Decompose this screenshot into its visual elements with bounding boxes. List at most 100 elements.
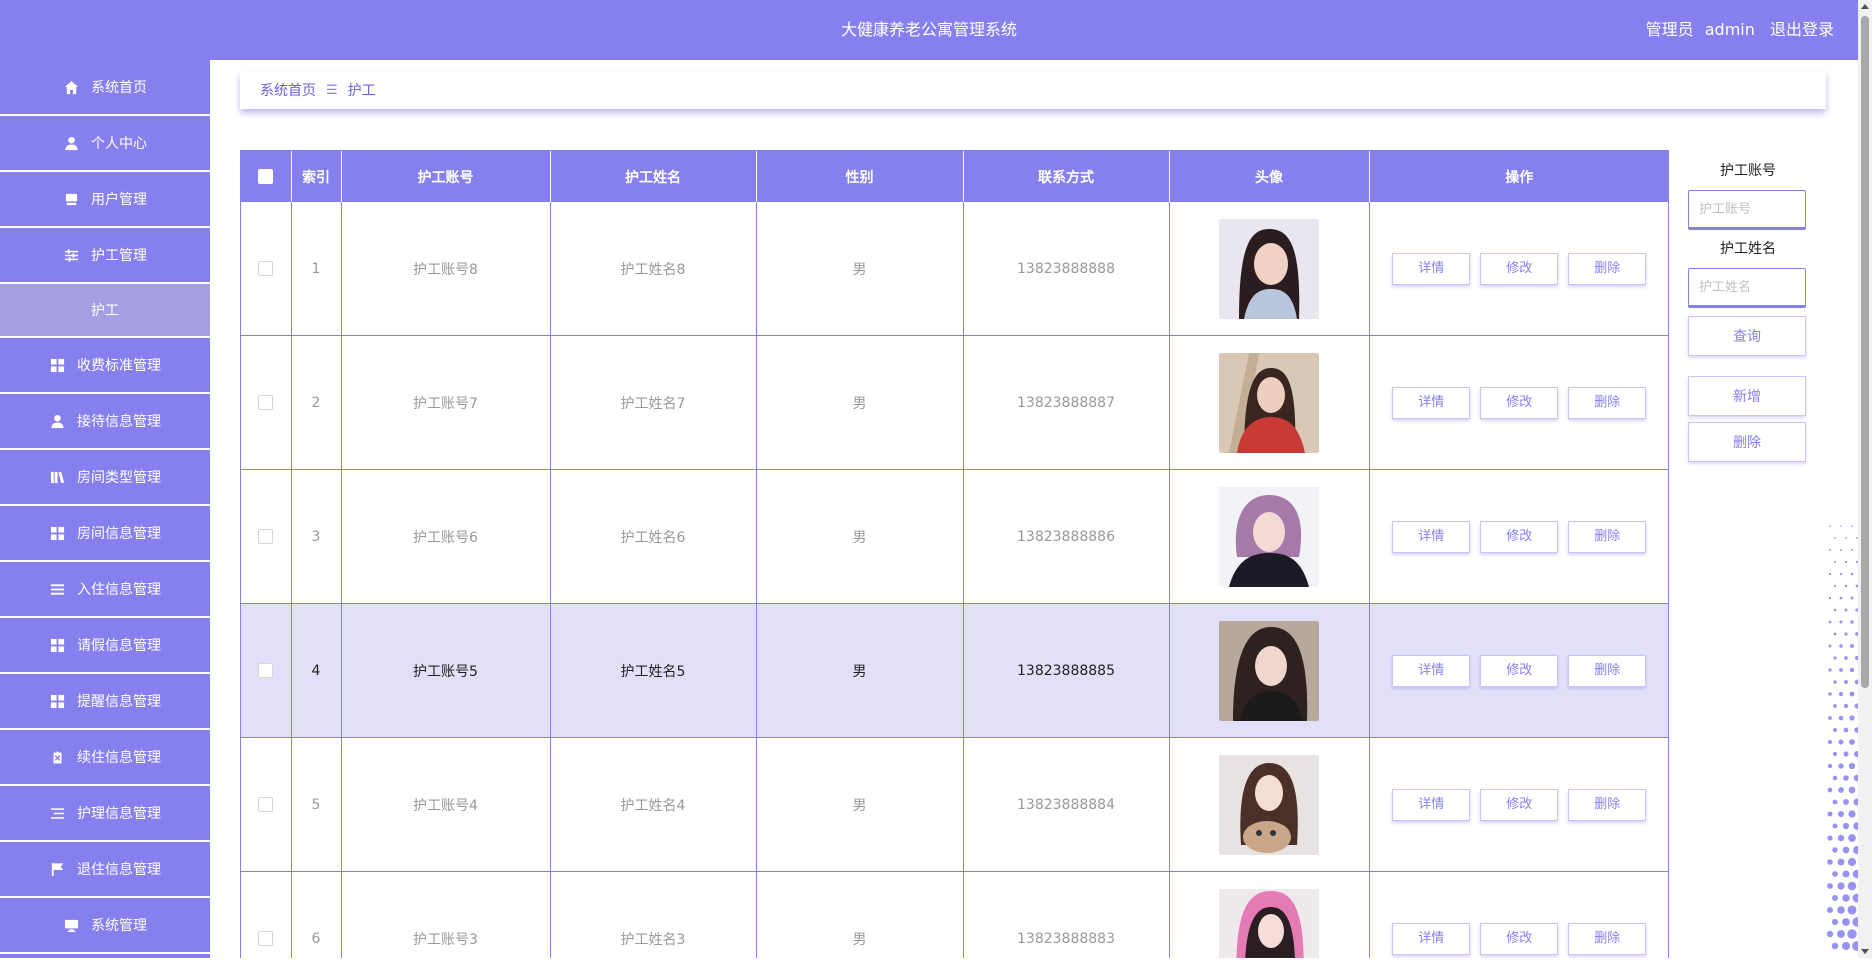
grid-icon xyxy=(49,637,65,653)
cell-account: 护工账号6 xyxy=(341,469,551,604)
cell-account: 护工账号8 xyxy=(341,202,551,336)
delete-button[interactable]: 删除 xyxy=(1568,922,1647,955)
cell-index: 4 xyxy=(291,603,342,738)
scroll-down-arrow-icon[interactable] xyxy=(1858,944,1872,958)
sidebar-item-room-type[interactable]: 房间类型管理 xyxy=(0,450,210,506)
table-row[interactable]: 4 护工账号5 护工姓名5 男 13823888885 详情 修改 删除 xyxy=(241,603,1668,738)
cell-phone: 13823888883 xyxy=(963,871,1170,958)
sidebar-item-system[interactable]: 系统管理 xyxy=(0,898,210,954)
scroll-up-arrow-icon[interactable] xyxy=(1858,0,1872,14)
edit-button[interactable]: 修改 xyxy=(1480,788,1559,821)
column-header[interactable]: 性别 xyxy=(756,151,964,202)
cell-gender: 男 xyxy=(756,603,964,738)
delete-button[interactable]: 删除 xyxy=(1568,252,1647,285)
detail-button[interactable]: 详情 xyxy=(1392,654,1471,687)
logout-link[interactable]: 退出登录 xyxy=(1770,20,1834,39)
cell-account: 护工账号4 xyxy=(341,737,551,872)
sidebar-item-fee-standard[interactable]: 收费标准管理 xyxy=(0,338,210,394)
row-checkbox[interactable] xyxy=(258,663,274,678)
vertical-scrollbar[interactable] xyxy=(1858,0,1872,958)
scrollbar-thumb[interactable] xyxy=(1861,16,1869,688)
sidebar-item-reception[interactable]: 接待信息管理 xyxy=(0,394,210,450)
sidebar-item-caregiver-mgmt[interactable]: 护工管理 xyxy=(0,228,210,284)
sidebar-item-room-info[interactable]: 房间信息管理 xyxy=(0,506,210,562)
sidebar-item-label: 退住信息管理 xyxy=(77,862,161,878)
monitor-icon xyxy=(63,917,79,933)
sidebar-item-label: 请假信息管理 xyxy=(77,638,161,654)
delete-button[interactable]: 删除 xyxy=(1568,520,1647,553)
clipboard-icon xyxy=(49,749,65,765)
detail-button[interactable]: 详情 xyxy=(1392,520,1471,553)
sidebar-item-nursing[interactable]: 护理信息管理 xyxy=(0,786,210,842)
cell-gender: 男 xyxy=(756,335,964,470)
name-search-input[interactable] xyxy=(1688,268,1806,308)
caregiver-table: 索引 护工账号 护工姓名 性别 联系方式 头像 操作 1 护工账号8 护工姓名8… xyxy=(240,150,1669,958)
sidebar-subitem-caregiver[interactable]: 护工 xyxy=(0,284,210,338)
select-all-checkbox[interactable] xyxy=(258,169,274,184)
sidebar-item-checkin[interactable]: 入住信息管理 xyxy=(0,562,210,618)
breadcrumb-current: 护工 xyxy=(347,83,376,99)
cell-name: 护工姓名4 xyxy=(550,737,757,872)
row-checkbox[interactable] xyxy=(258,529,274,544)
user-role: 管理员 xyxy=(1645,20,1694,39)
decorative-dots xyxy=(1824,520,1862,958)
edit-button[interactable]: 修改 xyxy=(1480,252,1559,285)
top-header: 大健康养老公寓管理系统 管理员 admin 退出登录 xyxy=(0,0,1858,60)
table-row[interactable]: 2 护工账号7 护工姓名7 男 13823888887 详情 修改 删除 xyxy=(241,335,1668,470)
row-checkbox[interactable] xyxy=(258,261,274,276)
grid-icon xyxy=(49,357,65,373)
table-row[interactable]: 5 护工账号4 护工姓名4 男 13823888884 详情 修改 删除 xyxy=(241,737,1668,872)
detail-button[interactable]: 详情 xyxy=(1392,252,1471,285)
sidebar-item-checkout[interactable]: 退住信息管理 xyxy=(0,842,210,898)
user-icon xyxy=(49,413,65,429)
table-row[interactable]: 3 护工账号6 护工姓名6 男 13823888886 详情 修改 删除 xyxy=(241,469,1668,604)
edit-button[interactable]: 修改 xyxy=(1480,922,1559,955)
sidebar-item-leave[interactable]: 请假信息管理 xyxy=(0,618,210,674)
sidebar-item-label: 系统首页 xyxy=(91,80,147,96)
cell-index: 3 xyxy=(291,469,342,604)
sidebar-item-users[interactable]: 用户管理 xyxy=(0,172,210,228)
list-icon xyxy=(49,581,65,597)
column-header: 操作 xyxy=(1369,151,1668,202)
breadcrumb-separator-icon: ☰ xyxy=(326,82,338,98)
row-checkbox[interactable] xyxy=(258,931,274,946)
delete-button[interactable]: 删除 xyxy=(1568,386,1647,419)
column-header[interactable]: 联系方式 xyxy=(963,151,1170,202)
breadcrumb-home-link[interactable]: 系统首页 xyxy=(260,80,316,100)
monitor-icon xyxy=(63,191,79,207)
sidebar-item-reminder[interactable]: 提醒信息管理 xyxy=(0,674,210,730)
query-button[interactable]: 查询 xyxy=(1688,316,1806,356)
add-button[interactable]: 新增 xyxy=(1688,376,1806,416)
row-checkbox[interactable] xyxy=(258,797,274,812)
sidebar-item-label: 续住信息管理 xyxy=(77,750,161,766)
batch-delete-button[interactable]: 删除 xyxy=(1688,422,1806,462)
home-icon xyxy=(63,79,79,95)
sidebar-item-label: 护工 xyxy=(91,303,119,319)
delete-button[interactable]: 删除 xyxy=(1568,654,1647,687)
sidebar-item-profile[interactable]: 个人中心 xyxy=(0,116,210,172)
column-header[interactable]: 护工账号 xyxy=(341,151,551,202)
detail-button[interactable]: 详情 xyxy=(1392,386,1471,419)
table-row[interactable]: 6 护工账号3 护工姓名3 男 13823888883 详情 修改 删除 xyxy=(241,871,1668,958)
column-header[interactable]: 护工姓名 xyxy=(550,151,757,202)
sidebar-item-extend-stay[interactable]: 续住信息管理 xyxy=(0,730,210,786)
detail-button[interactable]: 详情 xyxy=(1392,922,1471,955)
detail-button[interactable]: 详情 xyxy=(1392,788,1471,821)
table-header-row: 索引 护工账号 护工姓名 性别 联系方式 头像 操作 xyxy=(241,151,1668,202)
delete-button[interactable]: 删除 xyxy=(1568,788,1647,821)
table-row[interactable]: 1 护工账号8 护工姓名8 男 13823888888 详情 修改 删除 xyxy=(241,202,1668,336)
avatar xyxy=(1219,352,1319,453)
cell-name: 护工姓名6 xyxy=(550,469,757,604)
row-checkbox[interactable] xyxy=(258,395,274,410)
edit-button[interactable]: 修改 xyxy=(1480,520,1559,553)
sidebar-item-home[interactable]: 系统首页 xyxy=(0,60,210,116)
edit-button[interactable]: 修改 xyxy=(1480,654,1559,687)
grid-icon xyxy=(49,693,65,709)
cell-phone: 13823888888 xyxy=(963,202,1170,336)
name-search-label: 护工姓名 xyxy=(1720,241,1776,257)
account-search-input[interactable] xyxy=(1688,190,1806,230)
edit-button[interactable]: 修改 xyxy=(1480,386,1559,419)
avatar xyxy=(1219,486,1319,587)
column-header[interactable]: 索引 xyxy=(291,151,342,202)
cell-name: 护工姓名5 xyxy=(550,603,757,738)
